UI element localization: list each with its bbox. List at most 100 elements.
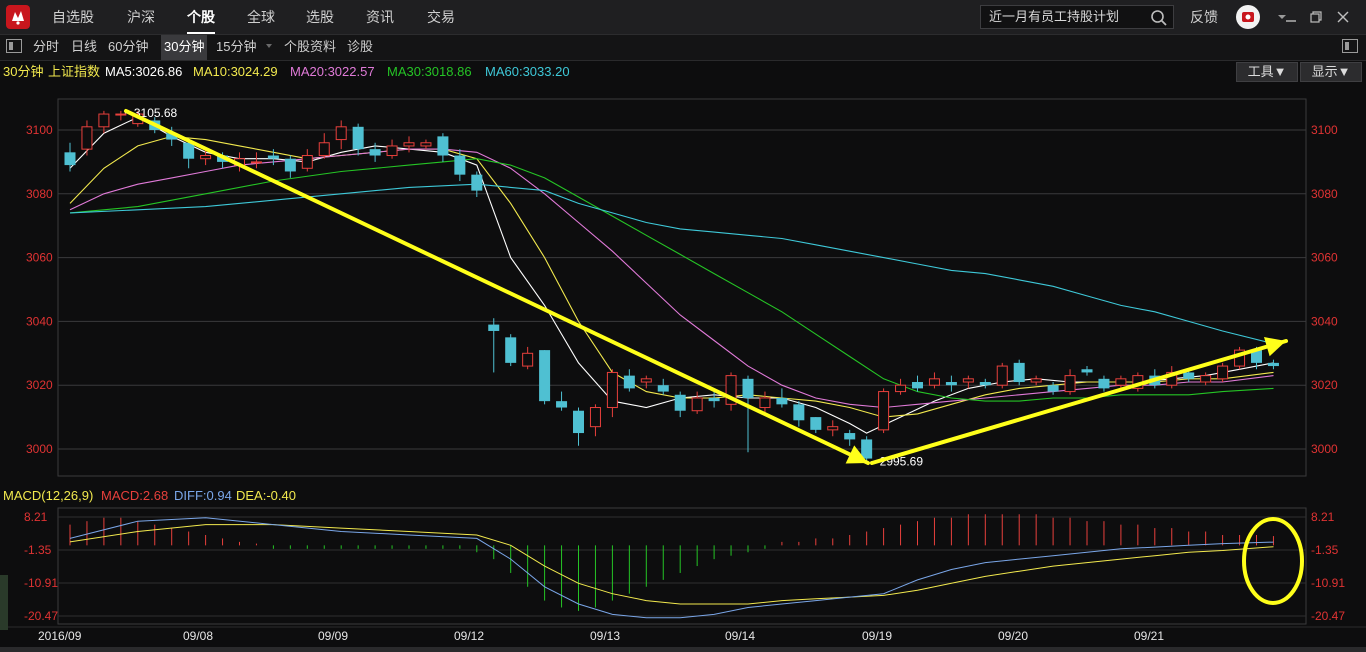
candle-body	[420, 142, 432, 147]
candle-body	[1047, 385, 1059, 392]
candle-body	[115, 113, 127, 116]
price-axis-label-left: 3060	[26, 251, 53, 265]
candle-body	[573, 410, 584, 434]
restore-icon[interactable]	[1309, 10, 1323, 24]
candle-body	[369, 149, 381, 156]
ma10-value: MA10:3024.29	[193, 64, 278, 79]
tool-link-1[interactable]: 诊股	[347, 35, 373, 60]
candle-body	[471, 174, 483, 191]
candle-body	[691, 397, 703, 412]
candle-body	[742, 378, 754, 398]
time-axis-label: 09/13	[590, 629, 620, 643]
candle-body	[98, 113, 110, 128]
period-more-arrow-icon[interactable]	[266, 44, 272, 48]
nav-item-5[interactable]: 资讯	[366, 0, 394, 34]
price-axis-label-right: 3020	[1311, 378, 1338, 392]
ma30-line	[69, 158, 1274, 402]
price-axis-label-right: 3000	[1311, 442, 1338, 456]
ma20-value: MA20:3022.57	[290, 64, 375, 79]
candle-body	[1183, 372, 1195, 379]
nav-item-2[interactable]: 个股	[187, 0, 215, 34]
candle-body	[945, 382, 957, 386]
candle-body	[200, 155, 212, 160]
time-axis-label: 09/08	[183, 629, 213, 643]
candle-body	[962, 378, 974, 383]
candle-body	[1030, 378, 1042, 383]
minimize-icon[interactable]	[1284, 10, 1298, 24]
candle-body	[81, 126, 93, 150]
candle-body	[284, 158, 296, 172]
nav-item-1[interactable]: 沪深	[127, 0, 155, 34]
stock-chart[interactable]: 3100 3100 3080 3080 3060 3060 3040 3040 3020 3020…	[0, 0, 1366, 652]
dea-line	[69, 524, 1274, 605]
display-button[interactable]: 显示▼	[1300, 62, 1362, 82]
candle-body	[878, 391, 890, 431]
candle-body	[606, 371, 618, 409]
candle-body	[1098, 378, 1110, 389]
candle-body	[250, 161, 262, 164]
candle-body	[895, 384, 907, 393]
grid-layer	[0, 98, 1366, 628]
annotations: 3105.682995.69	[124, 106, 1304, 605]
avatar[interactable]	[1236, 5, 1260, 29]
period-tab-1[interactable]: 日线	[71, 35, 97, 60]
candle-body	[437, 136, 449, 156]
macd-axis-label-left: -1.35	[24, 543, 52, 557]
price-axis-label-left: 3100	[26, 123, 53, 137]
price-axis-label-right: 3060	[1311, 251, 1338, 265]
candle-body	[793, 404, 805, 421]
candle-body	[827, 426, 839, 431]
side-scroll-indicator[interactable]	[0, 575, 8, 630]
period-tab-4[interactable]: 15分钟	[216, 35, 256, 60]
candle-body	[1013, 362, 1025, 383]
macd-axis-label-left: 8.21	[24, 510, 48, 524]
price-frame	[57, 98, 1307, 477]
ma-legend: 30分钟 上证指数 MA5:3026.86 MA10:3024.29 MA20:…	[0, 61, 1366, 83]
period-tab-0[interactable]: 分时	[33, 35, 59, 60]
period-tab-2[interactable]: 60分钟	[108, 35, 148, 60]
price-axis-label-left: 3000	[26, 442, 53, 456]
macd-axis-label-right: -10.91	[1311, 576, 1345, 590]
price-axis-label-right: 3100	[1311, 123, 1338, 137]
close-icon[interactable]	[1336, 10, 1350, 24]
feedback-link[interactable]: 反馈	[1190, 0, 1218, 34]
tools-button[interactable]: 工具▼	[1236, 62, 1298, 82]
ma60-line	[69, 183, 1274, 345]
candle-body	[759, 397, 771, 409]
price-axis-label-left: 3040	[26, 314, 53, 328]
period-label: 30分钟	[3, 64, 44, 79]
nav-item-3[interactable]: 全球	[247, 0, 275, 34]
candle-body	[1200, 375, 1212, 383]
macd-axis-label-left: -10.91	[24, 576, 58, 590]
left-panel-toggle-icon[interactable]	[6, 39, 22, 53]
app-logo-icon[interactable]	[6, 5, 30, 29]
ma-lines	[69, 116, 1274, 434]
candle-body	[1267, 362, 1279, 367]
candle-body	[1217, 365, 1229, 380]
nav-item-0[interactable]: 自选股	[52, 0, 94, 34]
candle-body	[623, 375, 635, 389]
candle-body	[640, 378, 652, 383]
candle-body	[979, 382, 991, 386]
candle-body	[64, 152, 76, 166]
candle-body	[844, 433, 856, 440]
period-toolbar: 分时 日线 60分钟 30分钟 15分钟 个股资料 诊股	[0, 35, 1366, 61]
macd-axis-label-right: 8.21	[1311, 510, 1335, 524]
ma30-value: MA30:3018.86	[387, 64, 472, 79]
top-bar: 自选股 沪深 个股 全球 选股 资讯 交易 近一月有员工持股计划 反馈	[0, 0, 1366, 35]
candle-body	[301, 155, 313, 169]
nav-item-6[interactable]: 交易	[427, 0, 455, 34]
search-icon[interactable]	[1150, 9, 1168, 27]
search-value: 近一月有员工持股计划	[989, 9, 1120, 24]
right-panel-toggle-icon[interactable]	[1342, 39, 1358, 53]
candle-body	[267, 155, 279, 159]
candle-body	[589, 407, 601, 428]
time-axis-label: 09/12	[454, 629, 484, 643]
ma60-value: MA60:3033.20	[485, 64, 570, 79]
time-axis-label: 09/20	[998, 629, 1028, 643]
period-tab-3[interactable]: 30分钟	[161, 35, 208, 60]
tool-link-0[interactable]: 个股资料	[284, 35, 336, 60]
diff-value: DIFF:0.94	[174, 488, 232, 503]
search-input[interactable]: 近一月有员工持股计划	[980, 5, 1174, 29]
nav-item-4[interactable]: 选股	[306, 0, 334, 34]
